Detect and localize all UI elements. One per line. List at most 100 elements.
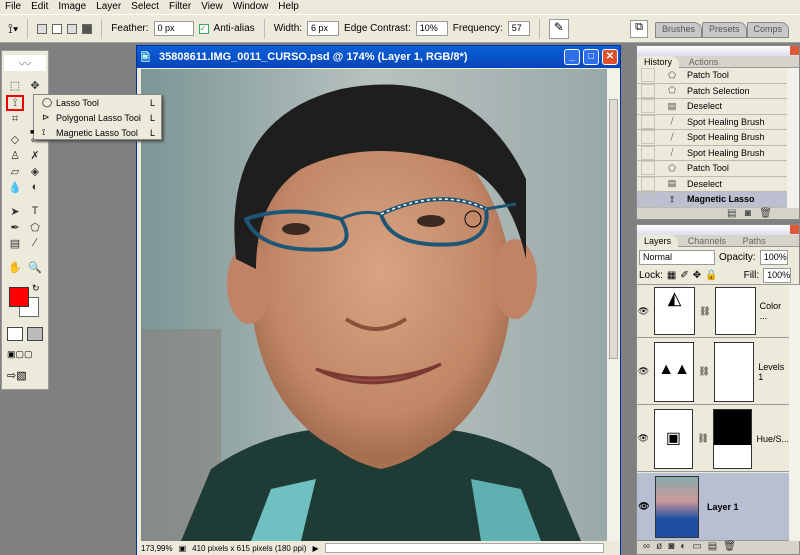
notes-tool-icon[interactable]: ▤ <box>6 237 24 253</box>
menu-item-magnetic-lasso-tool[interactable]: ■ ⟟ Magnetic Lasso Tool L <box>30 125 161 140</box>
history-item[interactable]: ⧸ Spot Healing Brush <box>637 130 787 146</box>
history-item-current[interactable]: ⟟ Magnetic Lasso <box>637 192 787 208</box>
history-scrollbar[interactable] <box>787 68 799 208</box>
move-tool-icon[interactable]: ✥ <box>26 79 44 95</box>
lock-transparency-icon[interactable]: ▦ <box>667 270 676 281</box>
layer-row[interactable]: 👁 ◭ ⛓ Color ... <box>637 285 789 338</box>
image-canvas[interactable] <box>141 69 607 541</box>
tab-presets[interactable]: Presets <box>702 22 747 38</box>
status-menu-icon[interactable]: ▣ <box>179 544 187 553</box>
eraser-tool-icon[interactable]: ▱ <box>6 165 24 181</box>
blur-tool-icon[interactable]: 💧 <box>6 181 24 197</box>
eye-icon[interactable]: 👁 <box>637 366 650 377</box>
lock-all-icon[interactable]: 🔒 <box>705 270 717 281</box>
layer-row-selected[interactable]: 👁 Layer 1 <box>637 473 789 541</box>
frequency-input[interactable]: 57 <box>507 21 530 36</box>
link-layers-icon[interactable]: ∞ <box>643 541 656 552</box>
opacity-input[interactable]: 100% <box>759 249 788 265</box>
menu-image[interactable]: Image <box>53 0 91 14</box>
new-layer-icon[interactable]: ▤ <box>708 541 723 552</box>
marquee-tool-icon[interactable]: ⬚ <box>6 79 24 95</box>
history-item[interactable]: ⬠ Patch Selection <box>637 83 787 99</box>
tab-layers[interactable]: Layers <box>637 235 679 247</box>
new-selection-icon[interactable] <box>37 23 48 34</box>
adjustment-layer-icon[interactable]: ◐ <box>680 541 692 552</box>
quick-mask-icon[interactable] <box>27 327 43 341</box>
tab-actions[interactable]: Actions <box>682 56 726 68</box>
eye-icon[interactable]: 👁 <box>637 306 650 317</box>
tab-paths[interactable]: Paths <box>736 235 773 247</box>
new-group-icon[interactable]: ▭ <box>692 541 707 552</box>
layer-style-icon[interactable]: ø <box>656 541 668 552</box>
lock-paint-icon[interactable]: ✐ <box>680 270 688 281</box>
bucket-tool-icon[interactable]: ◈ <box>26 165 44 181</box>
magnetic-lasso-tool-icon[interactable]: ⟟ <box>6 95 24 111</box>
type-tool-icon[interactable]: T <box>26 205 44 221</box>
new-document-icon[interactable]: ▤ <box>727 208 736 219</box>
scroll-thumb[interactable] <box>609 99 618 359</box>
menu-view[interactable]: View <box>196 0 228 14</box>
tab-comps[interactable]: Comps <box>746 22 790 38</box>
close-icon[interactable] <box>790 225 799 234</box>
zoom-level[interactable]: 173,99% <box>141 544 173 553</box>
close-icon[interactable] <box>790 46 799 55</box>
swap-colors-icon[interactable]: ↻ <box>32 283 40 294</box>
menu-help[interactable]: Help <box>273 0 304 14</box>
history-item[interactable]: ▤ Deselect <box>637 176 787 192</box>
file-browser-icon[interactable]: ⧉ <box>630 20 648 38</box>
edge-contrast-input[interactable]: 10% <box>415 21 448 36</box>
delete-layer-icon[interactable]: 🗑 <box>723 541 742 552</box>
history-item[interactable]: ⬠ Patch Tool <box>637 161 787 177</box>
menu-edit[interactable]: Edit <box>26 0 53 14</box>
screen-mode-icon[interactable]: ▣▢▢ <box>7 349 43 361</box>
history-item[interactable]: ▤ Deselect <box>637 99 787 115</box>
menu-select[interactable]: Select <box>126 0 164 14</box>
trash-icon[interactable]: 🗑 <box>759 208 772 219</box>
crop-tool-icon[interactable]: ⌗ <box>6 113 24 129</box>
pen-tool-icon[interactable]: ✒ <box>6 221 24 237</box>
history-item[interactable]: ⧸ Spot Healing Brush <box>637 114 787 130</box>
history-brush-icon[interactable]: ✗ <box>26 149 44 165</box>
add-selection-icon[interactable] <box>52 23 63 34</box>
close-button[interactable]: ✕ <box>602 49 618 65</box>
subtract-selection-icon[interactable] <box>67 23 78 34</box>
tab-brushes[interactable]: Brushes <box>655 22 703 38</box>
shape-tool-icon[interactable]: ⬠ <box>26 221 44 237</box>
foreground-color-swatch[interactable] <box>9 287 29 307</box>
horizontal-scrollbar[interactable] <box>324 543 604 553</box>
lock-position-icon[interactable]: ✥ <box>693 270 701 281</box>
zoom-tool-icon[interactable]: 🔍 <box>26 261 44 277</box>
hand-tool-icon[interactable]: ✋ <box>6 261 24 277</box>
path-select-icon[interactable]: ➤ <box>6 205 24 221</box>
jump-to-imageready-icon[interactable]: ⇨▧ <box>7 369 43 383</box>
menu-item-polygonal-lasso-tool[interactable]: ⊳ Polygonal Lasso Tool L <box>34 110 161 125</box>
antialias-checkbox[interactable]: ✓ <box>198 23 209 34</box>
pen-pressure-icon[interactable]: ✎ <box>548 18 569 39</box>
tab-history[interactable]: History <box>637 56 680 68</box>
add-mask-icon[interactable]: ◙ <box>668 541 680 552</box>
menu-window[interactable]: Window <box>228 0 274 14</box>
menu-layer[interactable]: Layer <box>91 0 126 14</box>
vertical-scrollbar[interactable] <box>607 69 620 541</box>
dodge-tool-icon[interactable]: ◐ <box>26 181 44 197</box>
fill-input[interactable]: 100% <box>763 268 792 283</box>
layers-scrollbar[interactable] <box>789 285 800 541</box>
eye-icon[interactable]: 👁 <box>637 501 651 512</box>
width-input[interactable]: 6 px <box>307 21 340 36</box>
healing-tool-icon[interactable]: ◇ <box>6 133 24 149</box>
minimize-button[interactable]: _ <box>564 49 580 65</box>
feather-input[interactable]: 0 px <box>153 21 194 36</box>
menu-filter[interactable]: Filter <box>164 0 196 14</box>
layer-row[interactable]: 👁 ▣ ⛓ Hue/S... <box>637 406 789 472</box>
tool-preset-icon[interactable]: ⟟▾ <box>8 21 18 37</box>
layer-row[interactable]: 👁 ▲▲ ⛓ Levels 1 <box>637 339 789 405</box>
eyedropper-icon[interactable]: ⁄ <box>26 237 44 253</box>
intersect-selection-icon[interactable] <box>82 23 93 34</box>
tab-channels[interactable]: Channels <box>681 235 733 247</box>
menu-item-lasso-tool[interactable]: ◯ Lasso Tool L <box>34 95 161 110</box>
snapshot-icon[interactable]: ◙ <box>745 208 751 219</box>
eye-icon[interactable]: 👁 <box>637 433 650 444</box>
standard-mode-icon[interactable] <box>7 327 23 341</box>
menu-file[interactable]: File <box>0 0 26 14</box>
history-item[interactable]: ⬠ Patch Tool <box>637 68 787 84</box>
